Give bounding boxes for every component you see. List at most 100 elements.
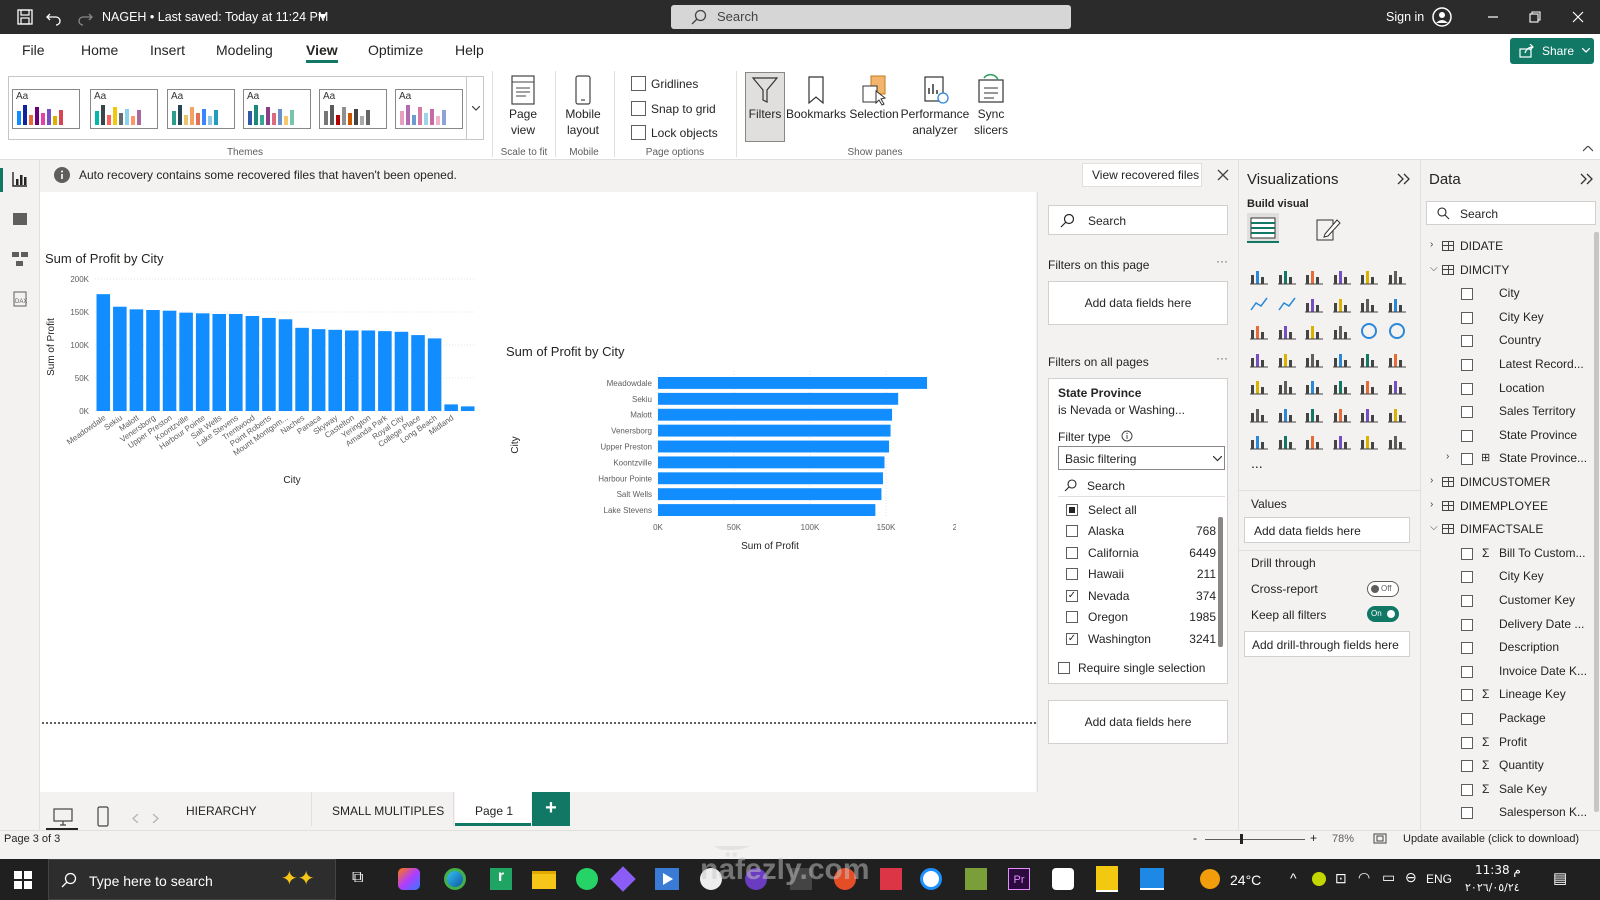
lock-objects-checkbox[interactable]: [631, 125, 646, 140]
menu-home[interactable]: Home: [81, 42, 118, 58]
page-view-button[interactable]: Page view: [502, 74, 544, 138]
field-node[interactable]: Σ Profit: [1421, 732, 1600, 754]
field-checkbox[interactable]: [1461, 665, 1473, 678]
taskbar-search[interactable]: Type here to search ✦✦: [48, 859, 336, 900]
visual-type-icon[interactable]: [1249, 431, 1269, 451]
visual-type-icon[interactable]: [1332, 294, 1352, 314]
app-purple-icon[interactable]: [610, 866, 636, 892]
document-title[interactable]: NAGEH • Last saved: Today at 11:24 PM: [102, 10, 328, 24]
visual-type-icon[interactable]: [1249, 294, 1269, 314]
field-checkbox[interactable]: [1461, 288, 1473, 301]
whatsapp-icon[interactable]: [576, 868, 598, 890]
require-single-checkbox[interactable]: [1058, 662, 1070, 674]
filters-search-input[interactable]: Search: [1048, 205, 1228, 235]
battery-icon[interactable]: ▭: [1382, 869, 1395, 886]
mobile-layout-button[interactable]: Mobile layout: [562, 74, 604, 138]
bar[interactable]: [212, 313, 227, 411]
visual-type-icon[interactable]: [1359, 321, 1379, 341]
filter-list-scrollbar[interactable]: [1218, 517, 1223, 647]
field-node[interactable]: Σ Lineage Key: [1421, 684, 1600, 706]
visual-type-icon[interactable]: [1359, 431, 1379, 451]
bar[interactable]: [295, 327, 309, 411]
table-view-icon[interactable]: [11, 210, 29, 228]
field-node[interactable]: Description: [1421, 637, 1600, 659]
page-tab-page-1[interactable]: Page 1: [455, 792, 531, 826]
menu-view[interactable]: View: [306, 42, 338, 58]
restore-icon[interactable]: [1526, 8, 1544, 26]
bar[interactable]: [113, 306, 127, 411]
add-page-button[interactable]: +: [532, 792, 570, 826]
visual-type-icon[interactable]: [1359, 266, 1379, 286]
visual-type-icon[interactable]: [1332, 431, 1352, 451]
desktop-layout-icon[interactable]: [52, 807, 74, 827]
visual-type-icon[interactable]: [1332, 376, 1352, 396]
tray-chevron-icon[interactable]: ^: [1290, 870, 1297, 886]
edge-icon[interactable]: [444, 868, 466, 890]
field-checkbox[interactable]: [1461, 618, 1473, 631]
menu-modeling[interactable]: Modeling: [216, 42, 273, 58]
signin-link[interactable]: Sign in: [1386, 10, 1424, 24]
field-checkbox[interactable]: [1461, 547, 1473, 560]
theme-4[interactable]: Aa: [243, 89, 311, 129]
more-options-icon[interactable]: ···: [1216, 254, 1228, 268]
info-icon[interactable]: [1121, 430, 1133, 442]
network-icon[interactable]: ◠: [1358, 869, 1370, 886]
bar[interactable]: [378, 331, 392, 411]
bar[interactable]: [278, 319, 293, 411]
filter-value-checkbox[interactable]: ✓: [1066, 589, 1078, 602]
table-node[interactable]: › DIDATE: [1421, 236, 1600, 258]
visual-type-icon[interactable]: [1304, 321, 1324, 341]
clock-date[interactable]: ٢٠٢٦/٠٥/٢٤: [1465, 881, 1520, 894]
share-button[interactable]: Share: [1510, 38, 1594, 64]
app-icon[interactable]: [1140, 868, 1164, 890]
field-node[interactable]: Sales Territory: [1421, 401, 1600, 423]
visual-type-icon[interactable]: [1277, 376, 1297, 396]
field-node[interactable]: State Province: [1421, 425, 1600, 447]
power-bi-icon[interactable]: [1096, 866, 1118, 892]
bar[interactable]: [658, 424, 891, 437]
bar[interactable]: [262, 317, 276, 411]
field-checkbox[interactable]: [1461, 595, 1473, 607]
visual-type-icon[interactable]: [1387, 349, 1407, 369]
select-all-checkbox[interactable]: [1066, 504, 1078, 516]
visual-type-icon[interactable]: [1249, 321, 1269, 341]
task-view-icon[interactable]: ⧉: [352, 869, 363, 887]
visual-type-icon[interactable]: [1387, 321, 1407, 341]
field-node[interactable]: Customer Key: [1421, 590, 1600, 612]
visual-type-icon[interactable]: [1359, 404, 1379, 424]
app-icon[interactable]: [880, 868, 902, 890]
zoom-out-button[interactable]: -: [1193, 831, 1197, 845]
tray-app-icon[interactable]: [1312, 872, 1326, 886]
filter-value-checkbox[interactable]: [1066, 525, 1078, 537]
visual-type-icon[interactable]: [1277, 266, 1297, 286]
file-explorer-icon[interactable]: [532, 871, 556, 889]
chevron-right-icon[interactable]: ›: [1430, 499, 1433, 510]
bar[interactable]: [658, 440, 890, 453]
theme-1[interactable]: Aa: [12, 89, 80, 129]
minimize-icon[interactable]: [1484, 8, 1502, 26]
field-checkbox[interactable]: [1461, 406, 1473, 419]
page-tab-hierarchy[interactable]: HIERARCHY: [172, 792, 312, 826]
report-view-icon[interactable]: [11, 170, 29, 188]
scroll-left-icon[interactable]: [132, 814, 140, 823]
field-node[interactable]: City: [1421, 283, 1600, 305]
drill-through-dropzone[interactable]: Add drill-through fields here: [1244, 631, 1410, 657]
visual-type-icon[interactable]: [1332, 404, 1352, 424]
more-options-icon[interactable]: ···: [1216, 351, 1228, 365]
bar[interactable]: [195, 313, 210, 411]
undo-icon[interactable]: [45, 8, 63, 26]
field-checkbox[interactable]: [1461, 689, 1473, 702]
view-recovered-files-button[interactable]: View recovered files: [1082, 163, 1202, 187]
visual-type-icon[interactable]: [1277, 404, 1297, 424]
field-checkbox[interactable]: [1461, 311, 1473, 324]
bar[interactable]: [146, 310, 160, 411]
field-checkbox[interactable]: [1461, 642, 1473, 655]
field-checkbox[interactable]: [1461, 429, 1473, 442]
tray-icon[interactable]: ⊡: [1335, 870, 1347, 887]
visual-type-icon[interactable]: [1332, 321, 1352, 341]
add-fields-dropzone[interactable]: Add data fields here: [1048, 281, 1228, 325]
visual-type-icon[interactable]: [1277, 321, 1297, 341]
sync-slicers-button[interactable]: Sync slicers: [967, 74, 1015, 138]
performance-analyzer-button[interactable]: Performance analyzer: [900, 74, 970, 138]
visual-type-icon[interactable]: [1387, 431, 1407, 451]
